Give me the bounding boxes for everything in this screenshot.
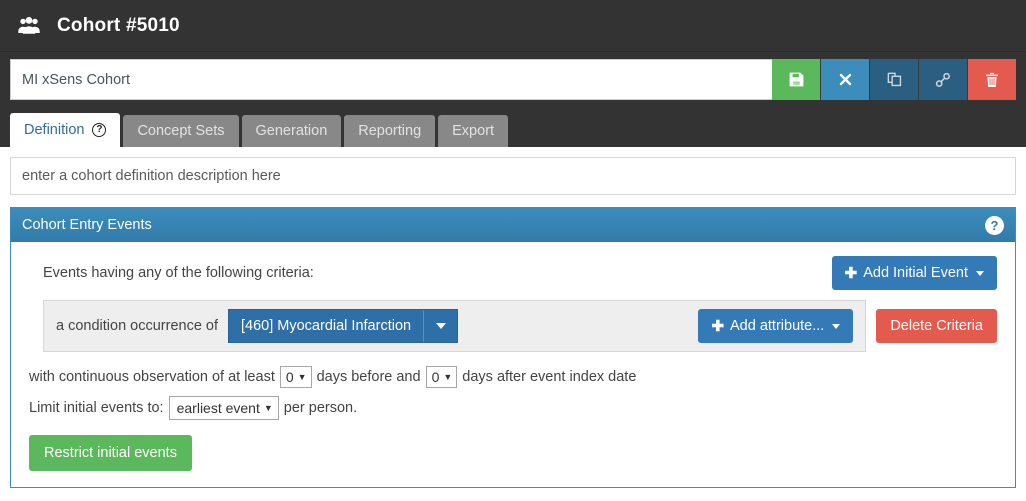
delete-criteria-button[interactable]: Delete Criteria (876, 309, 997, 343)
definition-tab-content: Cohort Entry Events ? Events having any … (0, 147, 1026, 488)
tab-definition[interactable]: Definition ? (10, 113, 121, 147)
tab-reporting-label: Reporting (358, 123, 422, 139)
copy-icon (886, 71, 903, 88)
cohort-entry-events-panel: Cohort Entry Events ? Events having any … (10, 207, 1016, 488)
tab-generation[interactable]: Generation (241, 115, 342, 147)
tab-generation-label: Generation (255, 123, 328, 139)
delete-button[interactable] (968, 59, 1016, 100)
criteria-row: a condition occurrence of [460] Myocardi… (43, 300, 997, 352)
restrict-initial-events-label: Restrict initial events (44, 445, 177, 461)
add-initial-event-label: Add Initial Event (863, 265, 968, 281)
limit-initial-events-select[interactable]: earliest event ▼ (168, 396, 279, 420)
help-icon[interactable]: ? (92, 123, 107, 137)
chevron-down-icon[interactable] (423, 310, 458, 342)
tab-export[interactable]: Export (438, 115, 509, 147)
page-title: Cohort #5010 (57, 14, 180, 36)
close-x-icon (838, 72, 853, 87)
add-attribute-button[interactable]: ✚ Add attribute... (698, 309, 854, 343)
chevron-down-icon (832, 323, 841, 329)
restrict-initial-events-button[interactable]: Restrict initial events (29, 435, 192, 471)
observation-text-before: with continuous observation of at least (29, 369, 275, 385)
add-initial-event-button[interactable]: ✚ Add Initial Event (831, 256, 997, 290)
tab-reporting[interactable]: Reporting (344, 115, 436, 147)
tab-definition-label: Definition (24, 122, 85, 138)
concept-set-dropdown[interactable]: [460] Myocardial Infarction (228, 309, 459, 343)
criteria-header-row: Events having any of the following crite… (29, 256, 997, 300)
limit-value: earliest event (176, 400, 260, 416)
close-button[interactable] (821, 59, 869, 100)
days-before-select[interactable]: 0 ▼ (279, 366, 312, 388)
copy-button[interactable] (870, 59, 918, 100)
plus-icon: ✚ (711, 317, 725, 335)
help-icon[interactable]: ? (985, 215, 1004, 235)
continuous-observation-row: with continuous observation of at least … (29, 366, 997, 388)
limit-text-after: per person. (283, 400, 358, 416)
panel-header: Cohort Entry Events ? (11, 208, 1015, 242)
criteria-card: a condition occurrence of [460] Myocardi… (43, 300, 867, 352)
concept-set-value: [460] Myocardial Infarction (229, 310, 424, 342)
trash-icon (984, 72, 1000, 88)
tab-bar: Definition ? Concept Sets Generation Rep… (0, 107, 1026, 147)
app-header: Cohort #5010 (0, 0, 1026, 52)
days-after-select[interactable]: 0 ▼ (425, 366, 458, 388)
criteria-left: a condition occurrence of [460] Myocardi… (56, 309, 459, 343)
tab-export-label: Export (452, 123, 495, 139)
cohort-name-toolbar (0, 52, 1026, 107)
add-attribute-label: Add attribute... (730, 318, 825, 334)
toolbar-button-group (772, 59, 1016, 100)
limit-text-before: Limit initial events to: (29, 400, 164, 416)
floppy-disk-icon (788, 71, 805, 88)
panel-body: Events having any of the following crite… (11, 242, 1015, 487)
cohort-description-input[interactable] (10, 157, 1016, 195)
link-button[interactable] (919, 59, 967, 100)
chevron-down-icon: ▼ (263, 402, 273, 413)
observation-text-after: days after event index date (462, 369, 637, 385)
plus-icon: ✚ (844, 264, 858, 282)
tab-concept-sets-label: Concept Sets (137, 123, 225, 139)
chevron-down-icon (976, 270, 984, 276)
days-after-value: 0 (431, 369, 440, 385)
criteria-prefix-text: a condition occurrence of (56, 318, 219, 334)
days-before-value: 0 (285, 369, 294, 385)
tab-concept-sets[interactable]: Concept Sets (123, 115, 239, 147)
criteria-label: Events having any of the following crite… (43, 265, 314, 281)
panel-title: Cohort Entry Events (22, 217, 152, 233)
observation-text-middle: days before and (316, 369, 421, 385)
limit-initial-events-row: Limit initial events to: earliest event … (29, 396, 997, 420)
cohort-name-input[interactable] (10, 59, 772, 100)
link-icon (934, 71, 952, 89)
chevron-down-icon: ▼ (443, 371, 453, 382)
delete-criteria-label: Delete Criteria (890, 318, 983, 334)
restrict-initial-events-row: Restrict initial events (29, 435, 997, 471)
chevron-down-icon: ▼ (297, 371, 307, 382)
users-group-icon (18, 17, 40, 34)
save-button[interactable] (772, 59, 820, 100)
